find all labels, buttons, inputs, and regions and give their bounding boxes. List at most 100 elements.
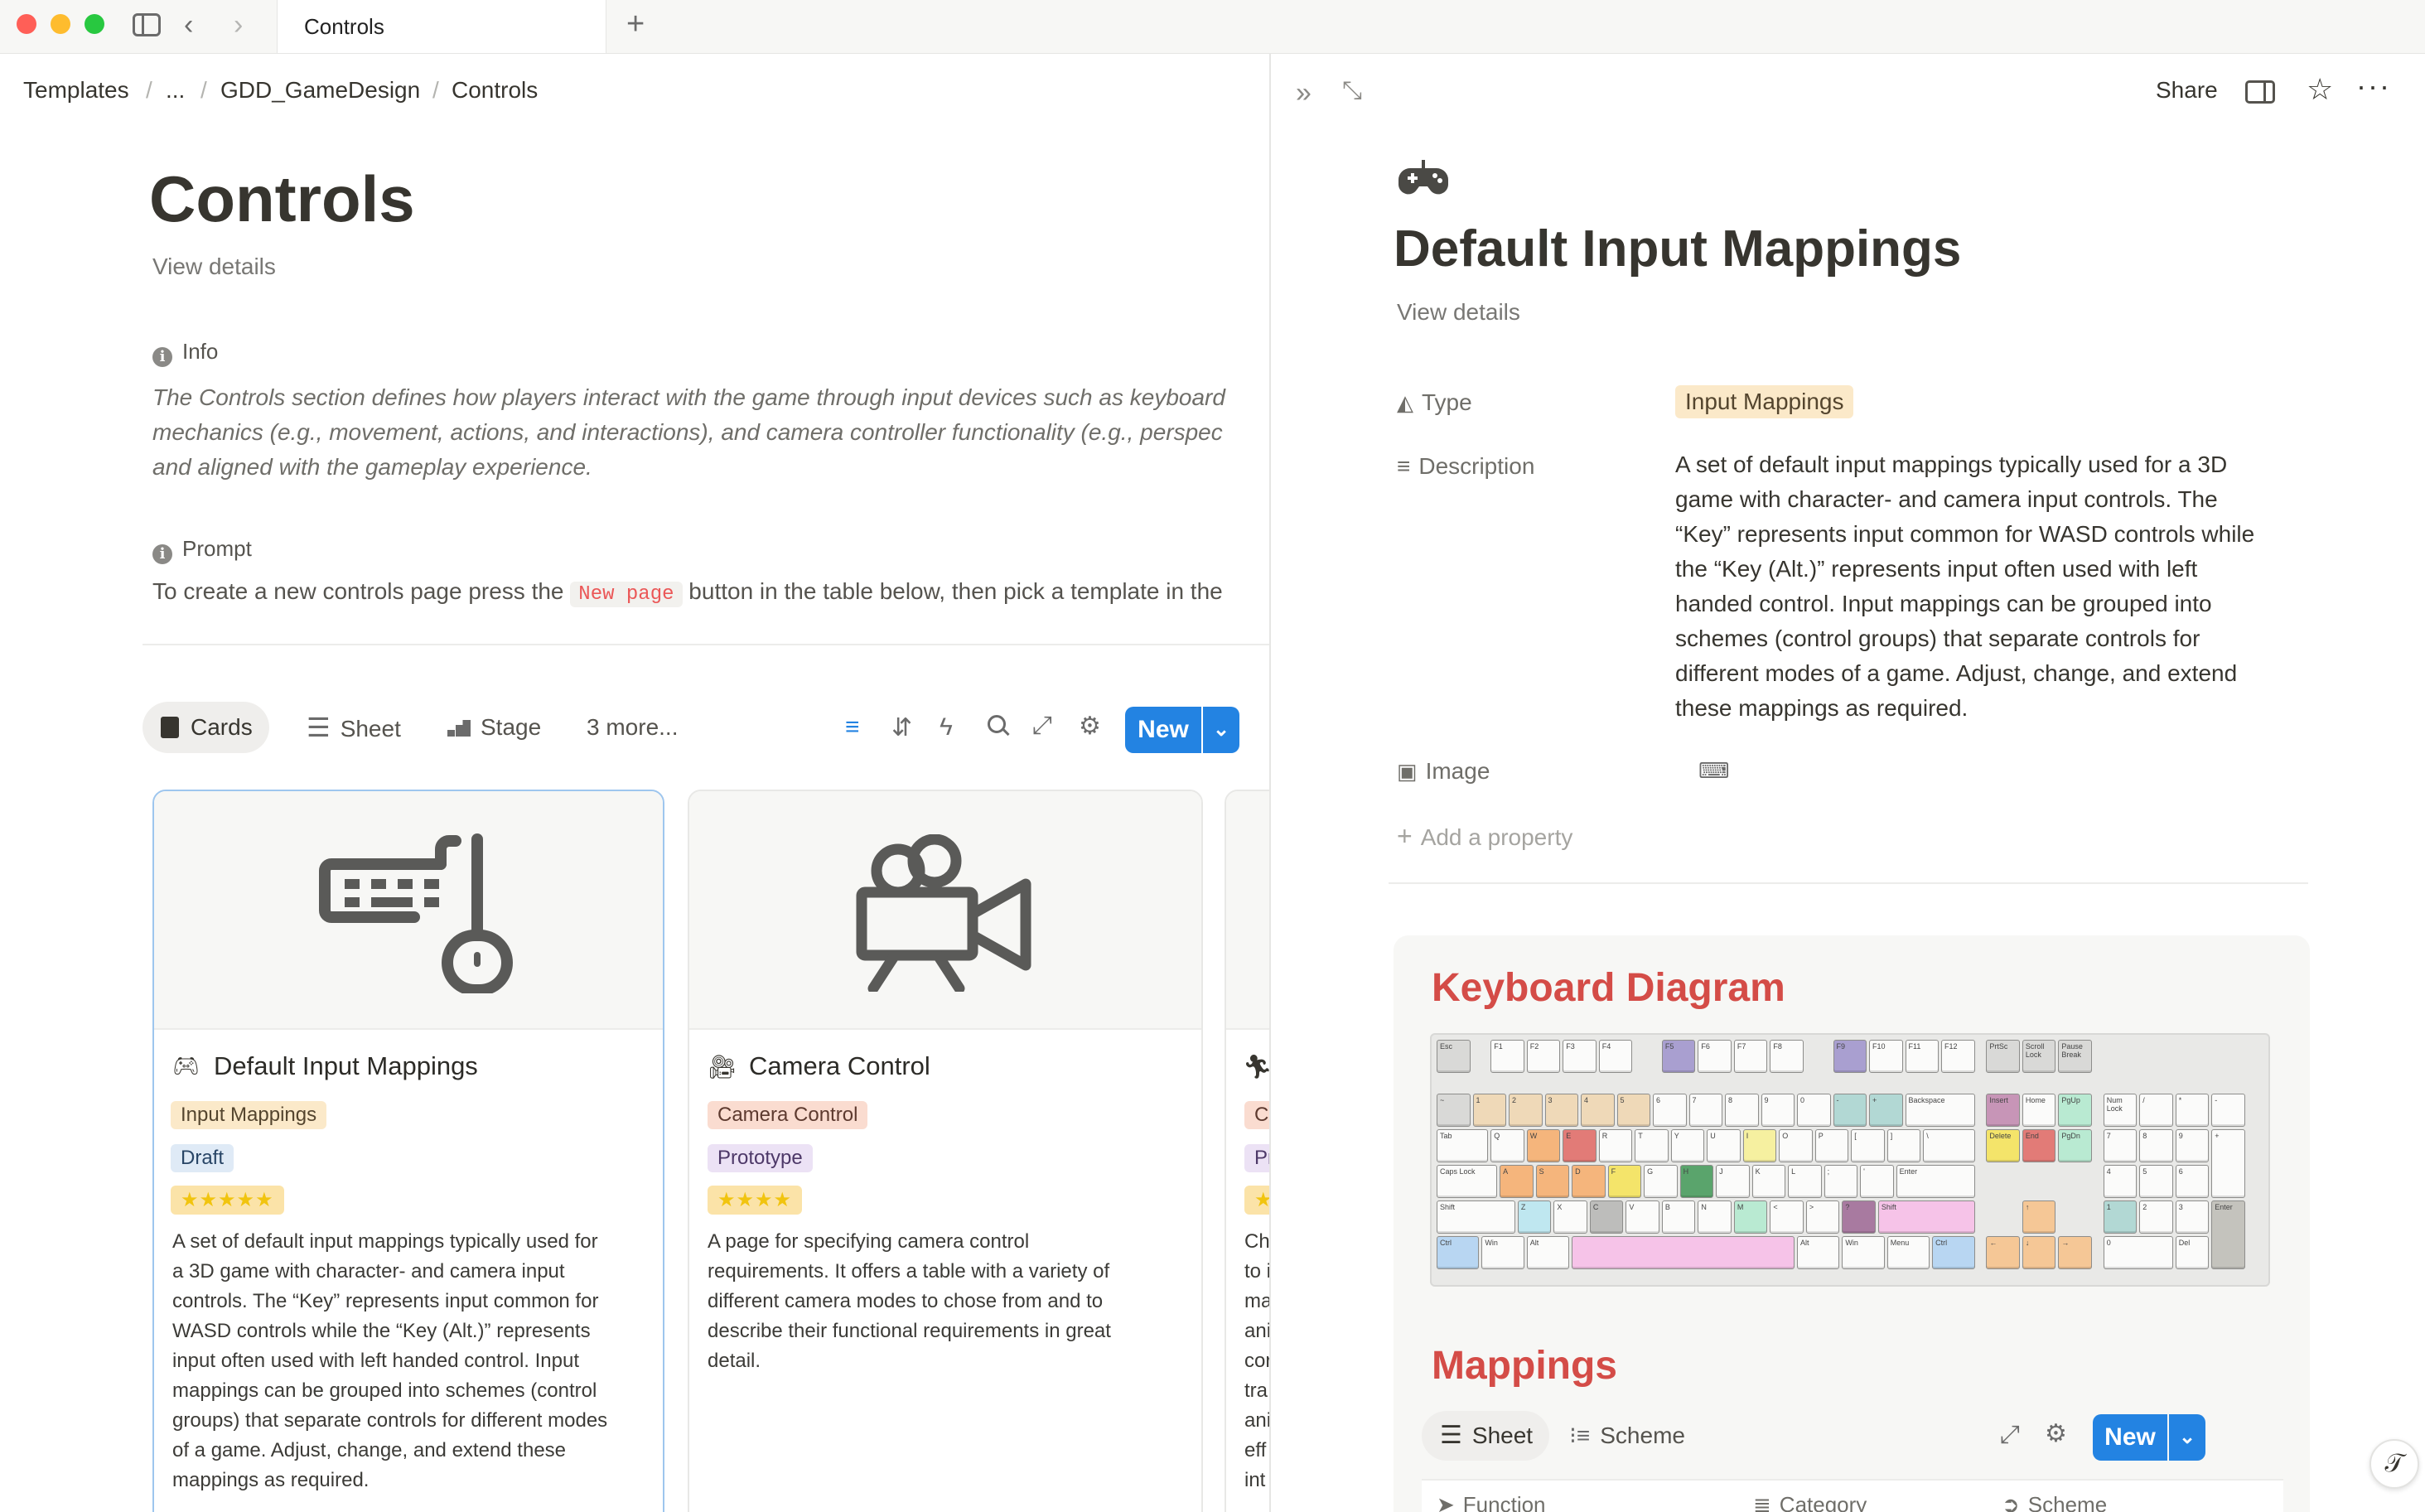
panel-title: Default Input Mappings xyxy=(1394,220,1962,278)
tab-sheet[interactable]: ☰ Sheet xyxy=(288,702,418,753)
breadcrumb-ellipsis[interactable]: ... xyxy=(166,77,185,104)
key-cap: - xyxy=(1833,1093,1867,1127)
breadcrumb-templates[interactable]: Templates xyxy=(23,77,129,104)
close-peek-chevrons-icon[interactable]: » xyxy=(1296,77,1312,109)
filter-icon[interactable]: ≡ xyxy=(845,713,860,742)
key-cap: > xyxy=(1805,1200,1840,1234)
column-scheme[interactable]: ➲ Scheme xyxy=(2002,1492,2107,1512)
key-cap: S xyxy=(1535,1164,1570,1198)
breadcrumb-separator: / xyxy=(146,77,152,103)
forward-arrow-icon[interactable]: › xyxy=(234,11,243,39)
close-window-button[interactable] xyxy=(17,14,36,34)
key-cap: M xyxy=(1733,1200,1768,1234)
key-cap: H xyxy=(1679,1164,1714,1198)
panel-layout-icon[interactable] xyxy=(2245,80,2275,104)
more-views-button[interactable]: 3 more... xyxy=(568,702,694,753)
key-cap: ~ xyxy=(1437,1093,1471,1127)
new-page-code: New page xyxy=(570,582,683,607)
key-cap: Alt xyxy=(1526,1235,1570,1269)
sidebar-toggle-icon[interactable] xyxy=(133,13,161,36)
type-property-value[interactable]: Input Mappings xyxy=(1675,385,1854,418)
plus-icon[interactable]: + xyxy=(626,8,645,40)
key-cap: 0 xyxy=(2103,1235,2173,1269)
search-icon[interactable] xyxy=(988,715,1010,737)
card-title: Camera Control xyxy=(749,1051,930,1080)
zoom-window-button[interactable] xyxy=(85,14,104,34)
back-arrow-icon[interactable]: ‹ xyxy=(184,11,193,39)
info-text-line: The Controls section defines how players… xyxy=(152,384,1225,410)
settings-sliders-icon[interactable]: ⚙ xyxy=(1079,712,1101,741)
description-property-value[interactable]: A set of default input mappings typicall… xyxy=(1675,447,2305,726)
mappings-table-header: ➤ Function ≣ Category ➲ Scheme xyxy=(1422,1479,2283,1512)
open-full-page-icon[interactable]: ⤡ xyxy=(1342,77,1362,105)
key-cap: 8 xyxy=(2139,1128,2173,1162)
tab-title: Controls xyxy=(304,14,384,39)
key-cap: O xyxy=(1779,1128,1813,1162)
card-description: A set of default input mappings typicall… xyxy=(172,1230,608,1491)
key-cap: Alt xyxy=(1797,1235,1840,1269)
breadcrumb-controls[interactable]: Controls xyxy=(452,77,538,104)
key-cap: 6 xyxy=(2175,1164,2210,1198)
card-camera-control[interactable]: 🎥︎ Camera Control Camera Control Prototy… xyxy=(688,790,1203,1512)
minimize-window-button[interactable] xyxy=(51,14,70,34)
star-favorite-icon[interactable]: ☆ xyxy=(2307,72,2333,107)
key-cap: F9 xyxy=(1833,1040,1867,1073)
key-cap: I xyxy=(1742,1128,1777,1162)
expand-icon[interactable]: ⤢ xyxy=(1032,712,1052,740)
key-cap: Num Lock xyxy=(2103,1093,2138,1127)
new-dropdown-chevron-icon[interactable]: ⌄ xyxy=(1203,707,1239,753)
key-cap: X xyxy=(1553,1200,1587,1234)
add-property-button[interactable]: + Add a property xyxy=(1397,821,1572,852)
key-cap: 1 xyxy=(1472,1093,1506,1127)
breadcrumb-separator: / xyxy=(432,77,439,103)
key-cap: F7 xyxy=(1733,1040,1768,1073)
key-cap: 7 xyxy=(1688,1093,1722,1127)
view-details-link[interactable]: View details xyxy=(152,254,276,280)
key-cap: K xyxy=(1751,1164,1786,1198)
list-icon: ☰ xyxy=(1440,1422,1462,1449)
share-button[interactable]: Share xyxy=(2156,77,2218,104)
breadcrumb-gdd[interactable]: GDD_GameDesign xyxy=(220,77,420,104)
card-cover xyxy=(1226,791,1269,1030)
key-cap: U xyxy=(1707,1128,1741,1162)
key-cap: ← xyxy=(1986,1235,2020,1269)
more-options-icon[interactable]: ··· xyxy=(2356,69,2391,104)
ai-assistant-icon[interactable]: 𝒯 xyxy=(2369,1439,2419,1489)
new-dropdown-chevron-icon[interactable]: ⌄ xyxy=(2169,1414,2205,1461)
column-function[interactable]: ➤ Function xyxy=(1437,1492,1546,1512)
key-cap: Home xyxy=(2022,1093,2056,1127)
tab-stage[interactable]: Stage xyxy=(429,702,558,753)
rating-stars: ★★★★ xyxy=(708,1186,803,1215)
key-cap: Q xyxy=(1490,1128,1524,1162)
sort-icon[interactable]: ⇵ xyxy=(891,713,912,742)
card-partial[interactable]: 🏃︎ Ch Pr ★ Chto imaanicortraanieffint xyxy=(1225,790,1269,1512)
key-cap: Menu xyxy=(1886,1235,1930,1269)
image-icon: ▣ xyxy=(1397,759,1418,784)
key-cap: 7 xyxy=(2103,1128,2138,1162)
tab-sheet[interactable]: ☰ Sheet xyxy=(1422,1411,1550,1461)
info-icon: i xyxy=(152,347,172,367)
key-cap: 5 xyxy=(1616,1093,1650,1127)
key-cap: Caps Lock xyxy=(1437,1164,1498,1198)
status-tag: Prototype xyxy=(708,1144,813,1172)
tab-controls[interactable]: Controls xyxy=(277,0,606,53)
type-tag: Camera Control xyxy=(708,1101,868,1129)
automation-bolt-icon[interactable]: ϟ xyxy=(940,713,953,742)
column-category[interactable]: ≣ Category xyxy=(1753,1492,1867,1512)
key-cap: F5 xyxy=(1661,1040,1696,1073)
prompt-heading: i Prompt xyxy=(152,536,252,564)
tab-scheme[interactable]: ⁝≡ Scheme xyxy=(1551,1411,1702,1461)
key-cap: T xyxy=(1635,1128,1669,1162)
card-default-input-mappings[interactable]: 🎮︎ Default Input Mappings Input Mappings… xyxy=(152,790,664,1512)
view-details-link[interactable]: View details xyxy=(1397,299,1520,326)
expand-icon[interactable]: ⤢ xyxy=(2000,1421,2020,1449)
video-camera-icon: 🎥︎ xyxy=(708,1054,737,1080)
key-cap: Z xyxy=(1517,1200,1552,1234)
settings-sliders-icon[interactable]: ⚙ xyxy=(2045,1419,2067,1448)
new-button[interactable]: New xyxy=(2093,1414,2167,1461)
keyboard-mouse-thumbnail-icon[interactable]: ⌨ xyxy=(1698,758,1730,784)
key-cap: ] xyxy=(1886,1128,1921,1162)
tab-cards[interactable]: Cards xyxy=(143,702,269,753)
new-button[interactable]: New xyxy=(1125,707,1201,753)
main-page: Templates / ... / GDD_GameDesign / Contr… xyxy=(0,54,1269,1512)
